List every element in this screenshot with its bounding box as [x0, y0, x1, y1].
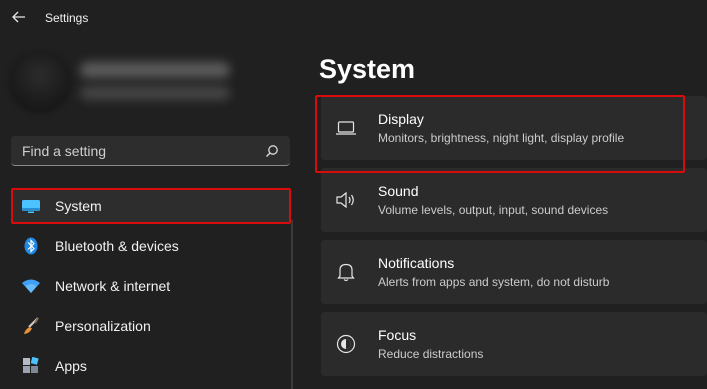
app-title: Settings: [45, 11, 89, 25]
monitor-icon: [21, 197, 41, 215]
apps-icon: [21, 357, 41, 375]
search-box[interactable]: [11, 136, 290, 166]
profile-email-blurred: [80, 86, 230, 100]
card-description: Volume levels, output, input, sound devi…: [378, 203, 609, 217]
search-icon[interactable]: [265, 144, 279, 158]
bluetooth-icon: [21, 237, 41, 255]
card-title: Display: [378, 111, 424, 127]
sidebar-item-network[interactable]: Network & internet: [11, 268, 291, 304]
page-title: System: [319, 54, 416, 84]
sidebar-item-label: Personalization: [55, 318, 151, 334]
wifi-icon: [21, 277, 41, 295]
brush-icon: [21, 317, 41, 335]
sidebar-item-bluetooth[interactable]: Bluetooth & devices: [11, 228, 291, 264]
sidebar-item-personalization[interactable]: Personalization: [11, 308, 291, 344]
profile-name-blurred: [80, 62, 230, 78]
sidebar-item-label: System: [55, 198, 102, 214]
card-focus[interactable]: Focus Reduce distractions: [321, 312, 707, 376]
card-notifications[interactable]: Notifications Alerts from apps and syste…: [321, 240, 707, 304]
back-arrow-icon: [12, 11, 25, 23]
settings-window: Settings System: [0, 0, 707, 389]
bell-icon: [335, 262, 357, 282]
card-description: Alerts from apps and system, do not dist…: [378, 275, 610, 289]
card-description: Monitors, brightness, night light, displ…: [378, 131, 625, 145]
card-description: Reduce distractions: [378, 347, 484, 361]
search-input[interactable]: [11, 136, 264, 166]
sidebar-item-label: Bluetooth & devices: [55, 238, 179, 254]
sidebar-item-label: Network & internet: [55, 278, 171, 294]
focus-icon: [335, 334, 357, 354]
title-bar: Settings: [0, 0, 707, 38]
sidebar-item-label: Apps: [55, 358, 87, 374]
avatar[interactable]: [8, 50, 72, 114]
card-title: Notifications: [378, 255, 455, 271]
sidebar-item-apps[interactable]: Apps: [11, 348, 291, 384]
speaker-icon: [335, 190, 357, 210]
card-sound[interactable]: Sound Volume levels, output, input, soun…: [321, 168, 707, 232]
sidebar-scrollbar[interactable]: [291, 220, 293, 389]
back-button[interactable]: [8, 6, 30, 28]
sidebar-item-system[interactable]: System: [11, 188, 291, 224]
card-title: Focus: [378, 327, 417, 343]
card-title: Sound: [378, 183, 419, 199]
card-display[interactable]: Display Monitors, brightness, night ligh…: [321, 96, 707, 160]
laptop-icon: [335, 118, 357, 138]
